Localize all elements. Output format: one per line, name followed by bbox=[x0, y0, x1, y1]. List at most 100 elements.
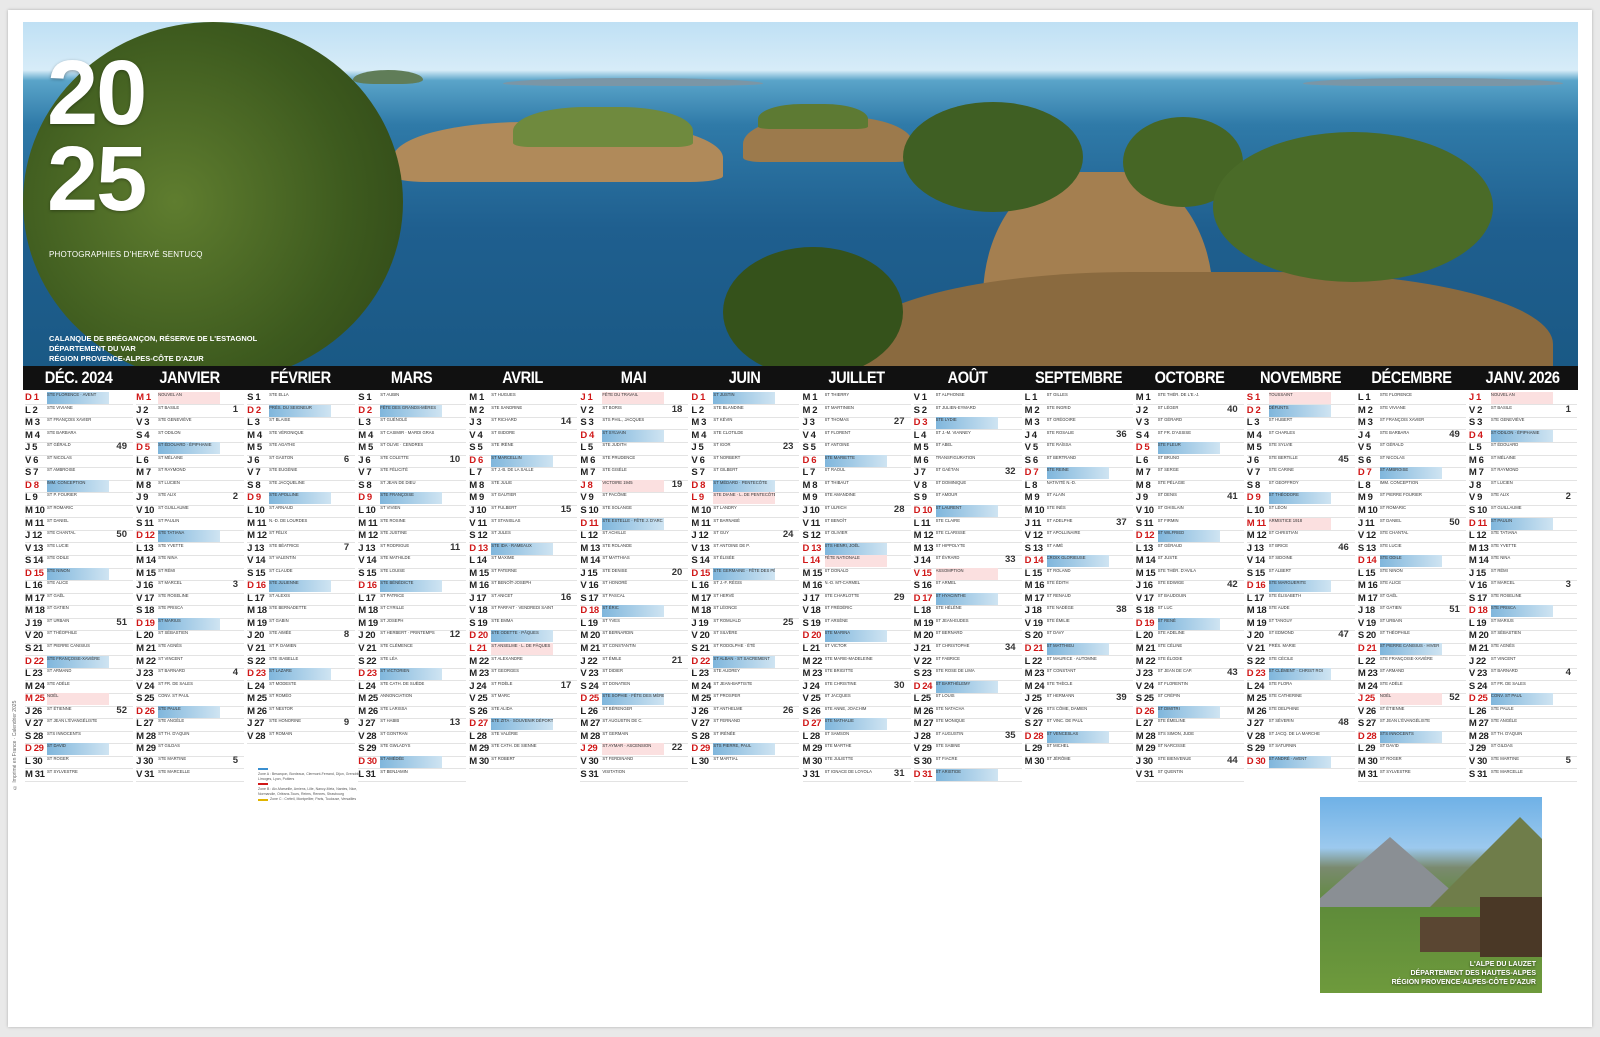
day-label: J 23 bbox=[1135, 668, 1153, 680]
saint-name: ANNONCIATION bbox=[380, 693, 412, 699]
day-row: J 2 ST BASILE 1 bbox=[136, 404, 245, 418]
day-label: S 16 bbox=[913, 580, 932, 592]
day-row: M 1 ST HUGUES bbox=[469, 392, 578, 406]
saint-name: ST SYLVESTRE bbox=[1379, 768, 1411, 774]
day-row: M 14 STE NINA bbox=[136, 555, 245, 569]
day-label: V 4 bbox=[802, 429, 816, 441]
day-row: L 20 STE ADELINE bbox=[1135, 630, 1244, 644]
day-label: D 1 bbox=[691, 392, 706, 403]
day-label: S 31 bbox=[580, 768, 599, 780]
saint-name: STE PAULE bbox=[158, 705, 221, 718]
day-row: M 14 ST JUSTE bbox=[1135, 555, 1244, 569]
saint-name: ST VICTORIEN bbox=[380, 668, 443, 681]
day-row: S 24 ST DONATIEN bbox=[580, 681, 689, 695]
saint-name: ST GERMAIN bbox=[602, 730, 629, 736]
day-row: D 24 ST BARTHÉLEMY bbox=[913, 680, 1022, 695]
day-label: S 17 bbox=[580, 592, 599, 604]
day-label: M 10 bbox=[1357, 504, 1378, 516]
day-label: S 23 bbox=[913, 668, 932, 680]
day-label: V 24 bbox=[136, 680, 155, 692]
saint-name: ST PIERRE CANISIUS bbox=[47, 643, 90, 648]
day-label: M 28 bbox=[1135, 730, 1156, 742]
week-number: 26 bbox=[782, 704, 794, 716]
day-row: J 22 ST VINCENT bbox=[1468, 656, 1577, 669]
day-row: L 19 ST YVES bbox=[580, 617, 689, 632]
distant-coast bbox=[1303, 78, 1563, 86]
saint-name: ST PARFAIT · VENDREDI SAINT bbox=[491, 605, 554, 611]
day-label: S 19 bbox=[802, 617, 821, 629]
saint-name: STE BÉATRICE bbox=[269, 542, 300, 548]
day-label: L 15 bbox=[1357, 567, 1376, 579]
day-label: L 6 bbox=[1135, 454, 1149, 466]
saint-name: ST BARNARD bbox=[1490, 668, 1518, 674]
day-row: S 25 CONV. ST PAUL bbox=[136, 693, 245, 707]
saint-name: ST PIERRE FOURIER bbox=[1379, 492, 1422, 498]
day-label: M 28 bbox=[580, 730, 600, 742]
saint-name: ST MARC bbox=[491, 693, 511, 699]
day-label: L 9 bbox=[25, 492, 38, 504]
day-row: S 9 ST AMOUR bbox=[913, 492, 1022, 506]
day-label: S 22 bbox=[1246, 655, 1265, 667]
day-label: J 13 bbox=[358, 542, 376, 554]
day-label: J 27 bbox=[1246, 718, 1264, 730]
day-label: D 31 bbox=[913, 768, 933, 780]
day-label: J 1 bbox=[1468, 392, 1481, 403]
day-row: D 16 STE MARGUERITE bbox=[1246, 580, 1355, 594]
day-row: V 16 ST MARCEL 3 bbox=[1468, 579, 1577, 594]
day-label: M 23 bbox=[469, 668, 489, 680]
day-row: J 14 ST ÉVRARD 33 bbox=[913, 554, 1022, 569]
day-label: S 12 bbox=[802, 530, 821, 542]
saint-name: ST AMBROISE bbox=[47, 467, 76, 473]
day-row: D 28 ST VENCESLAS bbox=[1024, 730, 1133, 745]
day-label: S 7 bbox=[691, 467, 705, 479]
day-label: M 2 bbox=[802, 404, 818, 416]
day-label: J 17 bbox=[469, 592, 487, 604]
day-label: L 24 bbox=[247, 680, 265, 692]
saint-name: ST AIMÉ bbox=[1046, 542, 1064, 548]
day-row: J 3 ST THOMAS 27 bbox=[802, 416, 911, 431]
caption-line: Département des Hautes-Alpes bbox=[1410, 970, 1537, 977]
saint-name: STE MARTHE bbox=[824, 743, 852, 749]
saint-name: ST SYLVESTRE bbox=[47, 768, 78, 774]
day-label: L 21 bbox=[802, 643, 821, 654]
day-row: L 10 ST VIVIEN bbox=[358, 505, 467, 519]
saint-name: STE AMANDINE bbox=[824, 492, 856, 498]
day-row: J 28 ST AUGUSTIN 35 bbox=[913, 730, 1022, 745]
saint-name: STE SANDRINE bbox=[491, 404, 523, 410]
day-row: J 23 ST JEAN DE CAP. 43 bbox=[1135, 667, 1244, 682]
day-label: V 29 bbox=[913, 743, 932, 755]
saint-name: ST BORIS bbox=[602, 404, 622, 410]
day-label: S 4 bbox=[1135, 429, 1149, 441]
day-row: J 6 ST GASTON 6 bbox=[247, 454, 356, 469]
day-row: V 23 ST BARNARD 4 bbox=[1468, 667, 1577, 682]
week-number: 52 bbox=[1449, 692, 1460, 704]
week-number: 38 bbox=[1116, 604, 1127, 616]
saint-name: ST HUGUES bbox=[491, 392, 516, 397]
day-label: D 9 bbox=[1246, 492, 1261, 504]
saint-name: ST GABIN bbox=[269, 617, 289, 623]
year-top: 20 bbox=[47, 42, 147, 144]
day-label: D 8 bbox=[25, 479, 39, 491]
day-label: M 15 bbox=[469, 567, 489, 579]
saint-name: ST BRICE bbox=[1268, 542, 1289, 548]
day-row: V 13 ST ANTOINE DE P. bbox=[691, 543, 800, 556]
saint-name: ST ALEXANDRE bbox=[491, 655, 523, 661]
day-label: J 14 bbox=[913, 555, 931, 567]
saint-name: ST HONORÉ bbox=[602, 580, 628, 586]
day-label: S 31 bbox=[1468, 768, 1487, 780]
day-row: M 12 ST FÉLIX bbox=[247, 530, 356, 544]
month-column: M 1 STE THÉR. DE L'E.-J. J 2 ST LÉGER 40 V 3S… bbox=[1135, 392, 1244, 792]
day-row: M 11 N.-D. DE LOURDES bbox=[247, 518, 356, 531]
saint-name: ST ALAIN bbox=[1046, 492, 1065, 498]
island-vegetation bbox=[758, 104, 868, 129]
saint-name: ST ROMUALD bbox=[713, 617, 741, 623]
saint-name: ST FLORENTIN bbox=[1157, 680, 1188, 686]
day-label: S 6 bbox=[1024, 454, 1038, 466]
day-label: L 20 bbox=[136, 630, 154, 642]
saint-name: ST YVES bbox=[602, 617, 620, 623]
saint-name: STE AIMÉE bbox=[269, 630, 292, 636]
saint-name: STE PÉLAGIE bbox=[1157, 479, 1185, 485]
day-label: S 29 bbox=[1246, 743, 1265, 755]
day-label: M 22 bbox=[136, 655, 156, 667]
saint-name: CONV. ST PAUL bbox=[158, 693, 190, 699]
